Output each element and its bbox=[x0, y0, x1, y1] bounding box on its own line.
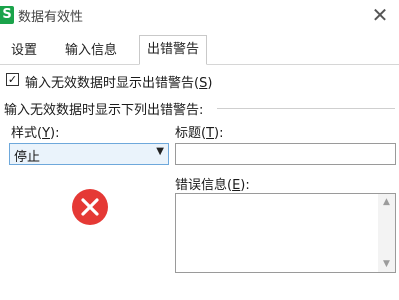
section-divider bbox=[217, 108, 395, 109]
scroll-down-icon[interactable]: ▼ bbox=[378, 256, 395, 272]
error-stop-icon bbox=[72, 189, 108, 225]
textarea-scrollbar[interactable]: ▲ ▼ bbox=[378, 194, 395, 272]
title-input[interactable] bbox=[175, 143, 396, 165]
style-label: 样式(Y): bbox=[11, 126, 60, 141]
tab-bar: 设置 输入信息 出错警告 bbox=[0, 34, 399, 65]
style-dropdown-value: 停止 bbox=[14, 150, 41, 165]
close-icon[interactable]: ✕ bbox=[369, 2, 391, 28]
tab-input-message[interactable]: 输入信息 bbox=[58, 38, 124, 63]
tab-settings[interactable]: 设置 bbox=[4, 38, 44, 63]
show-error-alert-checkbox[interactable]: ✓ bbox=[6, 73, 19, 86]
title-bar: S 数据有效性 ✕ bbox=[0, 0, 399, 34]
spreadsheet-app-icon: S bbox=[0, 6, 14, 24]
error-message-label: 错误信息(E): bbox=[175, 178, 250, 193]
section-label: 输入无效数据时显示下列出错警告: bbox=[4, 103, 204, 118]
chevron-down-icon[interactable]: ▼ bbox=[156, 146, 164, 157]
dialog-title: 数据有效性 bbox=[18, 10, 84, 25]
title-label: 标题(T): bbox=[175, 126, 224, 141]
tab-error-alert[interactable]: 出错警告 bbox=[139, 35, 208, 65]
error-message-textarea[interactable]: ▲ ▼ bbox=[175, 193, 396, 273]
style-dropdown[interactable]: 停止 ▼ bbox=[9, 143, 169, 165]
scroll-up-icon[interactable]: ▲ bbox=[378, 194, 395, 210]
show-error-alert-label[interactable]: 输入无效数据时显示出错警告(S) bbox=[25, 72, 212, 91]
